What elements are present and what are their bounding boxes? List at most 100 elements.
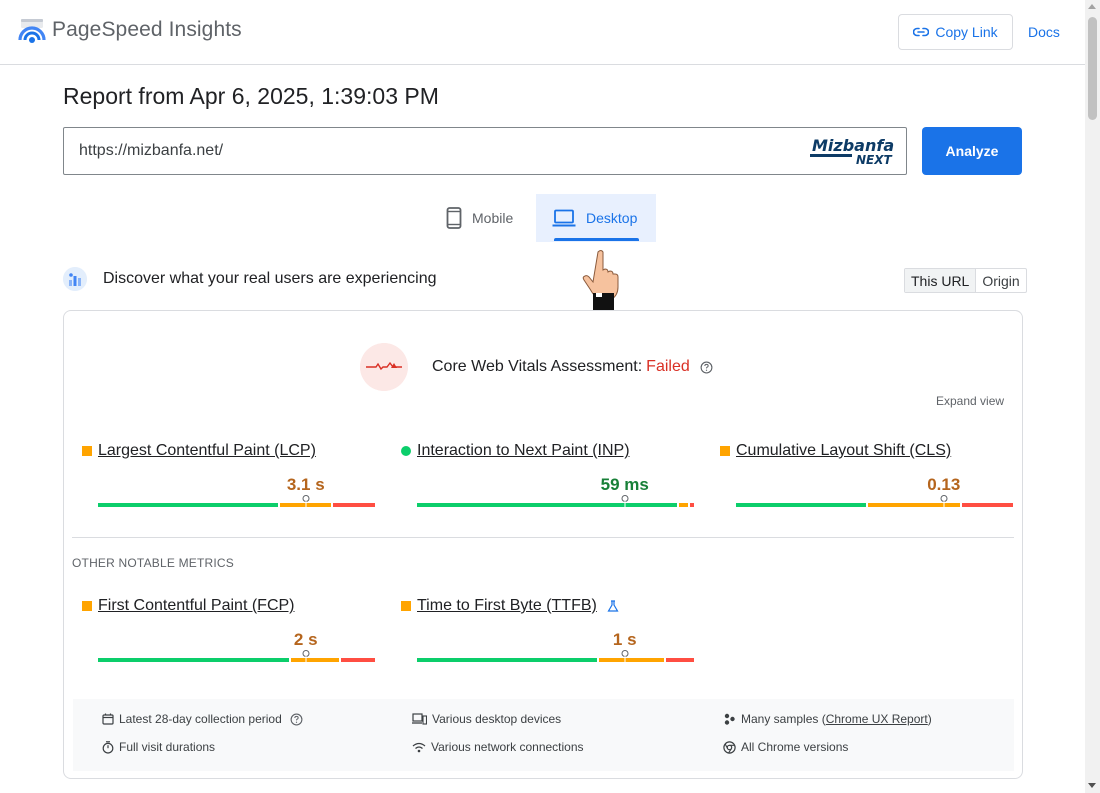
hand-pointer-icon [582, 250, 619, 314]
copy-link-label: Copy Link [935, 24, 998, 40]
average-square-icon [82, 446, 92, 456]
distribution-bar [98, 658, 375, 662]
distribution-bar [98, 503, 375, 507]
info-collection-period: Latest 28-day collection period [102, 712, 303, 726]
info-devices-text: Various desktop devices [432, 712, 562, 726]
metric-header: Time to First Byte (TTFB) [401, 597, 619, 615]
discover-heading: Discover what your real users are experi… [103, 270, 437, 287]
collection-info-panel: Latest 28-day collection period Full vis… [73, 699, 1014, 771]
average-square-icon [720, 446, 730, 456]
needs-improvement-segment [291, 658, 339, 662]
info-visit-durations: Full visit durations [102, 740, 215, 754]
info-samples-prefix: Many samples ( [741, 712, 826, 726]
field-data-card: Core Web Vitals Assessment: Failed Expan… [63, 310, 1023, 779]
page-scrollbar[interactable] [1085, 0, 1100, 793]
chrome-ux-report-link[interactable]: Chrome UX Report [826, 712, 928, 726]
p75-marker-line [305, 656, 307, 664]
info-samples-suffix: ) [927, 712, 932, 726]
cwv-assessment: Core Web Vitals Assessment: Failed [432, 358, 713, 376]
good-segment [98, 503, 279, 507]
metric-header: Cumulative Layout Shift (CLS) [720, 442, 951, 460]
metric-lcp: Largest Contentful Paint (LCP) 3.1 s [82, 442, 382, 522]
copy-link-button[interactable]: Copy Link [898, 14, 1013, 50]
average-square-icon [401, 601, 411, 611]
other-metrics-heading: OTHER NOTABLE METRICS [72, 556, 234, 570]
phone-icon [446, 207, 462, 229]
toggle-origin[interactable]: Origin [976, 269, 1025, 292]
tab-desktop-label: Desktop [586, 210, 638, 226]
expand-view-link[interactable]: Expand view [936, 394, 1004, 408]
info-visit-durations-text: Full visit durations [119, 740, 216, 754]
scroll-up-arrow-icon[interactable] [1088, 4, 1096, 9]
wifi-icon [412, 742, 426, 752]
distribution-bar [736, 503, 1013, 507]
help-icon[interactable] [290, 713, 303, 726]
tab-desktop[interactable]: Desktop [536, 194, 656, 242]
tab-mobile-label: Mobile [472, 210, 514, 226]
poor-segment [332, 503, 375, 507]
scroll-thumb[interactable] [1088, 17, 1097, 120]
metric-name-link[interactable]: Interaction to Next Paint (INP) [417, 442, 630, 460]
poor-segment [690, 503, 694, 507]
app-title: PageSpeed Insights [52, 18, 242, 41]
good-segment [736, 503, 867, 507]
needs-improvement-segment [599, 658, 664, 662]
report-title: Report from Apr 6, 2025, 1:39:03 PM [63, 83, 439, 109]
url-input[interactable]: https://mizbanfa.net/ Mizbanfa NEXT [63, 127, 907, 175]
crux-users-icon [63, 267, 87, 291]
needs-improvement-segment [868, 503, 961, 507]
cwv-status: Failed [646, 358, 690, 375]
info-devices: Various desktop devices [412, 712, 561, 726]
top-header: PageSpeed Insights Copy Link Docs [0, 0, 1085, 65]
metric-fcp: First Contentful Paint (FCP) 2 s [82, 597, 382, 677]
brand-logo-sub: NEXT [856, 153, 892, 167]
flask-icon[interactable] [607, 600, 619, 612]
good-segment [417, 503, 678, 507]
p75-marker-line [624, 501, 626, 509]
mizbanfa-logo-icon: Mizbanfa NEXT [810, 136, 894, 167]
laptop-icon [552, 209, 576, 227]
active-tab-indicator [554, 238, 639, 241]
metric-value: 3.1 s [286, 475, 325, 494]
section-divider [72, 537, 1014, 538]
poor-segment [340, 658, 375, 662]
info-collection-period-text: Latest 28-day collection period [119, 712, 282, 726]
metric-header: Interaction to Next Paint (INP) [401, 442, 630, 460]
toggle-this-url[interactable]: This URL [905, 269, 977, 292]
docs-link[interactable]: Docs [1028, 24, 1060, 40]
distribution-bar [417, 503, 694, 507]
poor-segment [665, 658, 694, 662]
p75-marker-line [624, 656, 626, 664]
stopwatch-icon [102, 740, 114, 754]
url-input-value[interactable]: https://mizbanfa.net/ [79, 142, 223, 160]
metric-name-link[interactable]: First Contentful Paint (FCP) [98, 597, 295, 615]
metric-inp: Interaction to Next Paint (INP) 59 ms [401, 442, 701, 522]
info-network-text: Various network connections [431, 740, 584, 754]
samples-icon [724, 713, 735, 725]
good-segment [98, 658, 290, 662]
metric-name-link[interactable]: Time to First Byte (TTFB) [417, 597, 597, 615]
cwv-label: Core Web Vitals Assessment: [432, 358, 643, 375]
good-circle-icon [401, 446, 411, 456]
good-segment [417, 658, 598, 662]
info-network: Various network connections [412, 740, 584, 754]
metric-value: 2 s [293, 630, 318, 649]
link-icon [913, 27, 930, 37]
info-chrome-versions-text: All Chrome versions [741, 740, 849, 754]
needs-improvement-segment [679, 503, 689, 507]
help-icon[interactable] [700, 361, 713, 374]
metric-name-link[interactable]: Largest Contentful Paint (LCP) [98, 442, 316, 460]
tab-mobile[interactable]: Mobile [436, 194, 534, 242]
distribution-bar [417, 658, 694, 662]
info-samples: Many samples (Chrome UX Report) [723, 712, 932, 726]
devices-icon [412, 713, 427, 725]
metric-name-link[interactable]: Cumulative Layout Shift (CLS) [736, 442, 951, 460]
info-chrome-versions: All Chrome versions [723, 740, 848, 754]
analyze-button[interactable]: Analyze [922, 127, 1022, 175]
scroll-down-arrow-icon[interactable] [1088, 783, 1096, 788]
metric-value: 59 ms [600, 475, 649, 494]
pagespeed-logo-icon[interactable] [18, 18, 46, 44]
metric-value: 1 s [612, 630, 637, 649]
p75-marker-line [305, 501, 307, 509]
p75-marker-line [943, 501, 945, 509]
